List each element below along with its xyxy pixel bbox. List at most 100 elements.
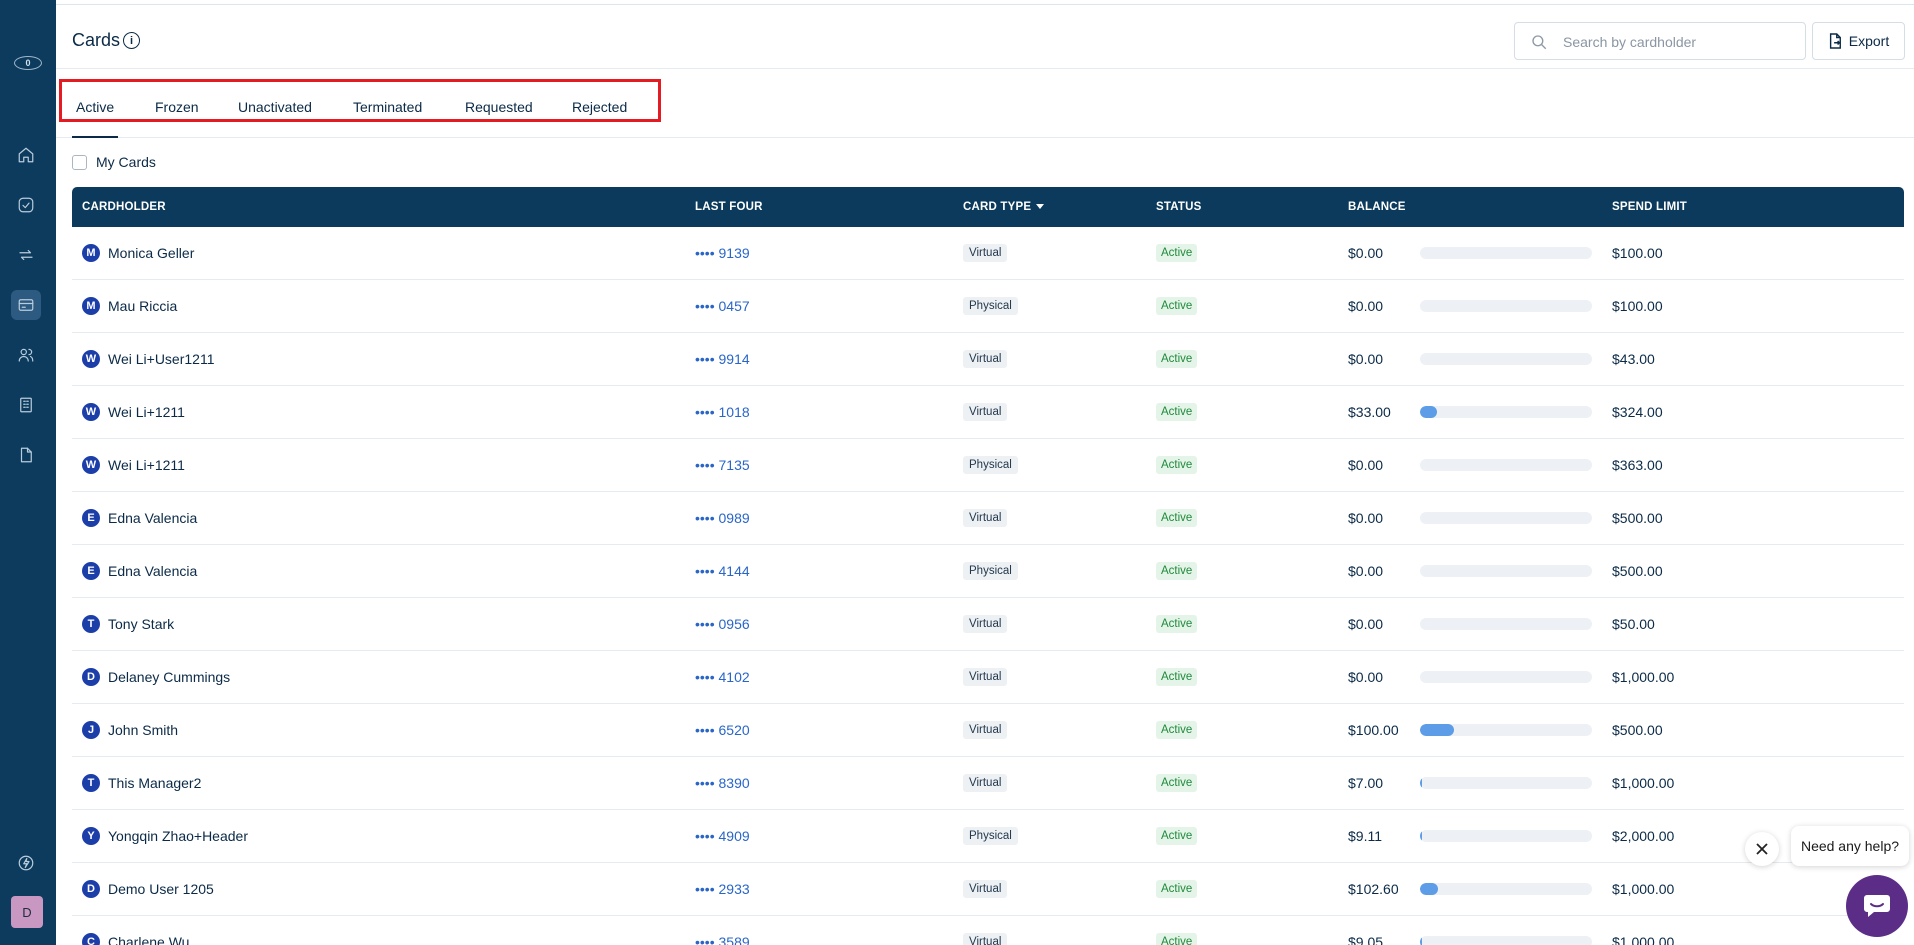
cardholder-name[interactable]: Demo User 1205: [108, 881, 214, 897]
table-row[interactable]: T This Manager2 •••• 8390 Virtual Active $7.0…: [72, 757, 1904, 810]
header-last-four[interactable]: LAST FOUR: [695, 201, 763, 213]
cardholder-name[interactable]: Edna Valencia: [108, 510, 197, 526]
cardholder-avatar: W: [82, 403, 100, 421]
balance-usage-bar: [1420, 724, 1592, 736]
cardholder-name[interactable]: Charlene Wu: [108, 934, 189, 945]
balance-cell: $0.00: [1348, 227, 1383, 279]
last-four-link[interactable]: •••• 7135: [695, 457, 750, 473]
table-row[interactable]: Y Yongqin Zhao+Header •••• 4909 Physical Act…: [72, 810, 1904, 863]
my-cards-filter[interactable]: My Cards: [72, 154, 156, 170]
export-button[interactable]: Export: [1812, 22, 1905, 60]
search-input[interactable]: [1563, 32, 1793, 52]
header-balance[interactable]: BALANCE: [1348, 201, 1406, 213]
cardholder-name[interactable]: Wei Li+User1211: [108, 351, 214, 367]
table-row[interactable]: W Wei Li+1211 •••• 1018 Virtual Active $33.00…: [72, 386, 1904, 439]
status-cell: Active: [1156, 439, 1198, 491]
cardholder-name[interactable]: Wei Li+1211: [108, 457, 185, 473]
balance-cell: $9.05: [1348, 916, 1383, 945]
balance-usage-fill: [1420, 883, 1438, 895]
last-four-cell: •••• 0956: [695, 598, 750, 650]
sidebar-item-cards[interactable]: [11, 290, 41, 320]
last-four-link[interactable]: •••• 6520: [695, 722, 750, 738]
last-four-link[interactable]: •••• 2933: [695, 881, 750, 897]
last-four-link[interactable]: •••• 9914: [695, 351, 750, 367]
status-badge: Active: [1156, 456, 1198, 474]
table-row[interactable]: T Tony Stark •••• 0956 Virtual Active $0.00 $5…: [72, 598, 1904, 651]
header-cardholder[interactable]: CARDHOLDER: [82, 201, 166, 213]
sidebar-item-tasks[interactable]: [11, 190, 41, 220]
help-bubble[interactable]: Need any help?: [1791, 826, 1909, 866]
user-avatar[interactable]: D: [11, 896, 43, 928]
last-four-link[interactable]: •••• 9139: [695, 245, 750, 261]
header-spend-limit[interactable]: SPEND LIMIT: [1612, 201, 1687, 213]
chat-button[interactable]: [1846, 875, 1908, 937]
table-row[interactable]: W Wei Li+1211 •••• 7135 Physical Active $0.00…: [72, 439, 1904, 492]
status-badge: Active: [1156, 403, 1198, 421]
cardholder-name[interactable]: This Manager2: [108, 775, 201, 791]
last-four-link[interactable]: •••• 0956: [695, 616, 750, 632]
table-row[interactable]: C Charlene Wu •••• 3589 Virtual Active $9.05 $…: [72, 916, 1904, 945]
balance-value: $9.11: [1348, 828, 1382, 844]
status-badge: Active: [1156, 880, 1198, 898]
table-row[interactable]: J John Smith •••• 6520 Virtual Active $100.00…: [72, 704, 1904, 757]
table-row[interactable]: W Wei Li+User1211 •••• 9914 Virtual Active $0…: [72, 333, 1904, 386]
logo[interactable]: 0: [14, 56, 42, 70]
cardholder-name[interactable]: Monica Geller: [108, 245, 194, 261]
sidebar-item-transfers[interactable]: [11, 240, 41, 270]
cardholder-name[interactable]: John Smith: [108, 722, 178, 738]
last-four-link[interactable]: •••• 4144: [695, 563, 750, 579]
table-row[interactable]: M Monica Geller •••• 9139 Virtual Active $0.0…: [72, 227, 1904, 280]
card-type-cell: Virtual: [963, 492, 1008, 544]
active-tab-indicator: [72, 136, 118, 138]
sidebar-item-home[interactable]: [11, 140, 41, 170]
help-close-button[interactable]: [1745, 832, 1779, 866]
search-box[interactable]: [1514, 22, 1806, 60]
table-row[interactable]: D Delaney Cummings •••• 4102 Virtual Active $…: [72, 651, 1904, 704]
cardholder-name[interactable]: Yongqin Zhao+Header: [108, 828, 248, 844]
last-four-link[interactable]: •••• 4102: [695, 669, 750, 685]
table-row[interactable]: E Edna Valencia •••• 4144 Physical Active $0.…: [72, 545, 1904, 598]
balance-usage-bar: [1420, 777, 1592, 789]
sidebar-item-people[interactable]: [11, 340, 41, 370]
sidebar-item-documents[interactable]: [11, 440, 41, 470]
spend-limit-value: $1,000.00: [1612, 934, 1675, 945]
cardholder-name[interactable]: Delaney Cummings: [108, 669, 230, 685]
cardholder-name[interactable]: Tony Stark: [108, 616, 174, 632]
cardholder-cell: W Wei Li+User1211: [82, 333, 214, 385]
last-four-link[interactable]: •••• 3589: [695, 934, 750, 945]
last-four-cell: •••• 4102: [695, 651, 750, 703]
last-four-link[interactable]: •••• 4909: [695, 828, 750, 844]
cardholder-name[interactable]: Edna Valencia: [108, 563, 197, 579]
table-row[interactable]: E Edna Valencia •••• 0989 Virtual Active $0.0…: [72, 492, 1904, 545]
last-four-link[interactable]: •••• 1018: [695, 404, 750, 420]
cardholder-name[interactable]: Mau Riccia: [108, 298, 177, 314]
table-header: CARDHOLDER LAST FOUR CARD TYPE STATUS BA…: [72, 187, 1904, 227]
last-four-cell: •••• 6520: [695, 704, 750, 756]
credit-card-icon: [18, 299, 34, 311]
table-row[interactable]: M Mau Riccia •••• 0457 Physical Active $0.00 $…: [72, 280, 1904, 333]
spend-limit-cell: $1,000.00: [1612, 651, 1674, 703]
status-cell: Active: [1156, 863, 1198, 915]
status-cell: Active: [1156, 598, 1198, 650]
last-four-link[interactable]: •••• 0457: [695, 298, 750, 314]
last-four-link[interactable]: •••• 0989: [695, 510, 750, 526]
spend-limit-cell: $1,000.00: [1612, 916, 1674, 945]
last-four-link[interactable]: •••• 8390: [695, 775, 750, 791]
sidebar-item-company[interactable]: [11, 390, 41, 420]
users-icon: [18, 348, 34, 362]
cardholder-cell: T Tony Stark: [82, 598, 174, 650]
info-icon[interactable]: i: [123, 32, 140, 49]
status-cell: Active: [1156, 651, 1198, 703]
header-card-type[interactable]: CARD TYPE: [963, 201, 1045, 213]
my-cards-checkbox[interactable]: [72, 154, 87, 170]
check-circle-icon: [18, 197, 34, 213]
cardholder-name[interactable]: Wei Li+1211: [108, 404, 185, 420]
status-cell: Active: [1156, 386, 1198, 438]
sidebar-item-quick-actions[interactable]: [11, 848, 41, 878]
balance-value: $0.00: [1348, 298, 1384, 314]
balance-value: $0.00: [1348, 457, 1384, 473]
header-status[interactable]: STATUS: [1156, 201, 1202, 213]
card-type-badge: Physical: [963, 827, 1018, 845]
card-type-cell: Virtual: [963, 757, 1008, 809]
table-row[interactable]: D Demo User 1205 •••• 2933 Virtual Active $10…: [72, 863, 1904, 916]
